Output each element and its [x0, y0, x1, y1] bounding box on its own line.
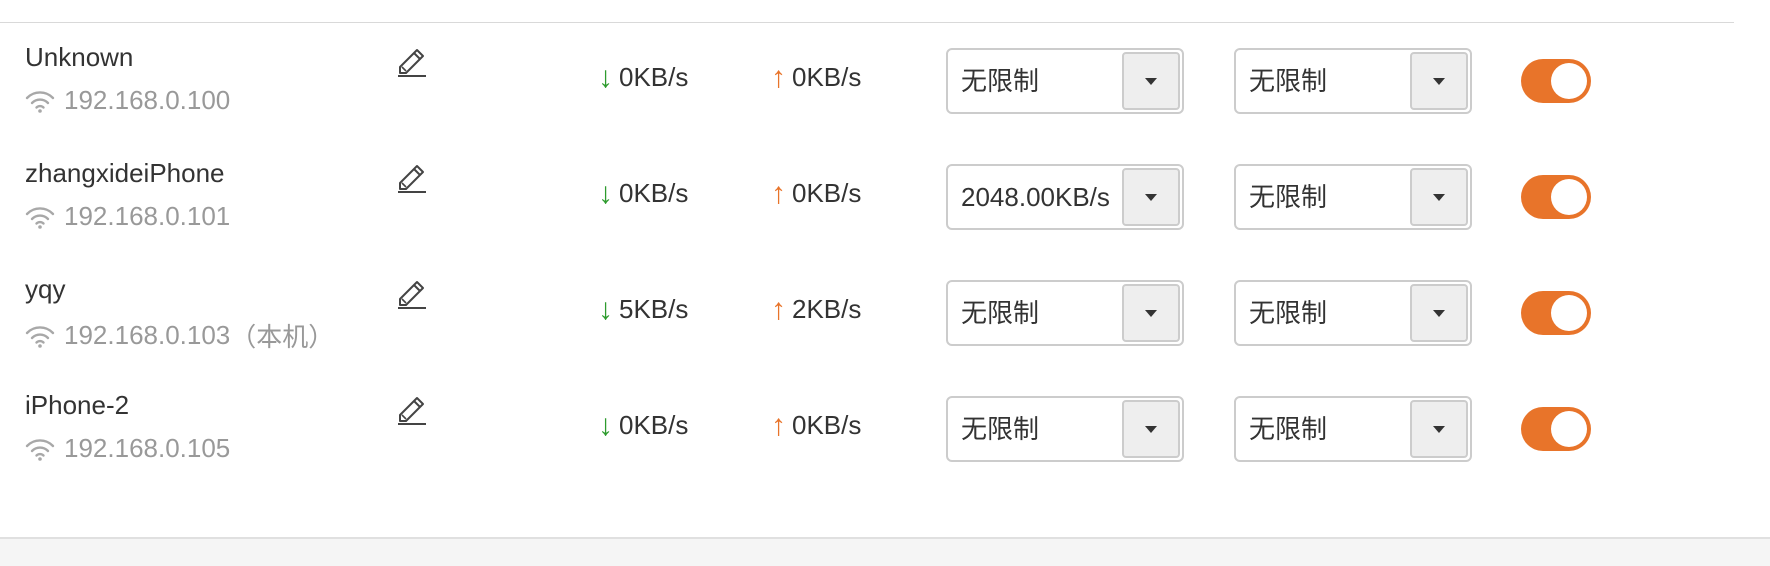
upload-rate: ↑ 2KB/s	[771, 294, 861, 325]
ip-suffix: （本机）	[230, 322, 335, 352]
enable-toggle[interactable]	[1521, 291, 1591, 335]
enable-toggle[interactable]	[1521, 59, 1591, 103]
download-limit-value: 无限制	[961, 414, 1040, 444]
wifi-icon	[25, 438, 55, 461]
caret-down-icon	[1145, 77, 1157, 85]
caret-down-icon	[1433, 309, 1445, 317]
download-rate-value: 0KB/s	[619, 178, 689, 208]
ip-address: 192.168.0.105	[64, 433, 231, 463]
top-divider	[0, 22, 1734, 23]
arrow-up-icon: ↑	[771, 408, 786, 442]
arrow-down-icon: ↓	[598, 60, 613, 94]
device-row: zhangxideiPhone 192.168.0.101 ↓ 0KB/s ↑ 0K…	[0, 140, 1770, 256]
ip-address: 192.168.0.100	[64, 85, 231, 115]
pencil-icon[interactable]	[392, 41, 428, 77]
upload-limit-value: 无限制	[1249, 298, 1328, 328]
footer-bar	[0, 537, 1770, 566]
dropdown-toggle[interactable]	[1122, 52, 1180, 110]
ip-address: 192.168.0.101	[64, 201, 231, 231]
toggle-knob	[1551, 295, 1587, 331]
upload-rate-value: 0KB/s	[792, 178, 862, 208]
caret-down-icon	[1145, 309, 1157, 317]
device-row: yqy 192.168.0.103 （本机） ↓ 5KB/s ↑ 2KB/s 无限制 …	[0, 256, 1770, 372]
download-rate-value: 0KB/s	[619, 410, 689, 440]
device-row: iPhone-2 192.168.0.105 ↓ 0KB/s ↑ 0KB/s 无限制…	[0, 372, 1770, 488]
download-limit-value: 无限制	[961, 66, 1040, 96]
pencil-icon[interactable]	[392, 273, 428, 309]
upload-limit-select[interactable]: 无限制	[1234, 164, 1472, 230]
wifi-icon	[25, 90, 55, 113]
device-ip: 192.168.0.100	[25, 85, 230, 116]
dropdown-toggle[interactable]	[1410, 52, 1468, 110]
arrow-down-icon: ↓	[598, 176, 613, 210]
download-limit-select[interactable]: 无限制	[946, 396, 1184, 462]
device-ip: 192.168.0.105	[25, 433, 230, 464]
download-limit-select[interactable]: 2048.00KB/s	[946, 164, 1184, 230]
download-rate: ↓ 0KB/s	[598, 410, 688, 441]
caret-down-icon	[1433, 77, 1445, 85]
device-ip: 192.168.0.101	[25, 201, 230, 232]
upload-rate-value: 0KB/s	[792, 62, 862, 92]
download-limit-value: 无限制	[961, 298, 1040, 328]
download-limit-value: 2048.00KB/s	[961, 182, 1110, 212]
pencil-icon[interactable]	[392, 157, 428, 193]
upload-limit-value: 无限制	[1249, 182, 1328, 212]
enable-toggle[interactable]	[1521, 407, 1591, 451]
upload-limit-value: 无限制	[1249, 66, 1328, 96]
download-rate: ↓ 0KB/s	[598, 178, 688, 209]
toggle-knob	[1551, 411, 1587, 447]
ip-address: 192.168.0.103	[64, 320, 231, 350]
wifi-icon	[25, 206, 55, 229]
device-name: iPhone-2	[25, 390, 130, 420]
device-list: Unknown 192.168.0.100 ↓ 0KB/s ↑ 0KB/s 无限制 …	[0, 24, 1770, 488]
upload-rate: ↑ 0KB/s	[771, 410, 861, 441]
upload-limit-select[interactable]: 无限制	[1234, 396, 1472, 462]
pencil-icon[interactable]	[392, 389, 428, 425]
device-name: yqy	[25, 274, 66, 304]
toggle-knob	[1551, 179, 1587, 215]
enable-toggle[interactable]	[1521, 175, 1591, 219]
toggle-knob	[1551, 63, 1587, 99]
upload-limit-select[interactable]: 无限制	[1234, 48, 1472, 114]
arrow-down-icon: ↓	[598, 292, 613, 326]
download-limit-select[interactable]: 无限制	[946, 48, 1184, 114]
upload-rate: ↑ 0KB/s	[771, 62, 861, 93]
caret-down-icon	[1433, 193, 1445, 201]
caret-down-icon	[1145, 193, 1157, 201]
dropdown-toggle[interactable]	[1122, 400, 1180, 458]
wifi-icon	[25, 325, 55, 348]
arrow-up-icon: ↑	[771, 176, 786, 210]
device-name: Unknown	[25, 42, 134, 72]
upload-rate-value: 0KB/s	[792, 410, 862, 440]
caret-down-icon	[1145, 425, 1157, 433]
download-rate: ↓ 0KB/s	[598, 62, 688, 93]
dropdown-toggle[interactable]	[1410, 400, 1468, 458]
arrow-up-icon: ↑	[771, 292, 786, 326]
arrow-down-icon: ↓	[598, 408, 613, 442]
download-limit-select[interactable]: 无限制	[946, 280, 1184, 346]
arrow-up-icon: ↑	[771, 60, 786, 94]
download-rate: ↓ 5KB/s	[598, 294, 688, 325]
dropdown-toggle[interactable]	[1410, 168, 1468, 226]
upload-limit-value: 无限制	[1249, 414, 1328, 444]
upload-limit-select[interactable]: 无限制	[1234, 280, 1472, 346]
dropdown-toggle[interactable]	[1410, 284, 1468, 342]
upload-rate: ↑ 0KB/s	[771, 178, 861, 209]
device-name: zhangxideiPhone	[25, 158, 225, 188]
upload-rate-value: 2KB/s	[792, 294, 862, 324]
download-rate-value: 5KB/s	[619, 294, 689, 324]
dropdown-toggle[interactable]	[1122, 168, 1180, 226]
device-ip: 192.168.0.103 （本机）	[25, 317, 334, 354]
download-rate-value: 0KB/s	[619, 62, 689, 92]
device-row: Unknown 192.168.0.100 ↓ 0KB/s ↑ 0KB/s 无限制 …	[0, 24, 1770, 140]
dropdown-toggle[interactable]	[1122, 284, 1180, 342]
caret-down-icon	[1433, 425, 1445, 433]
